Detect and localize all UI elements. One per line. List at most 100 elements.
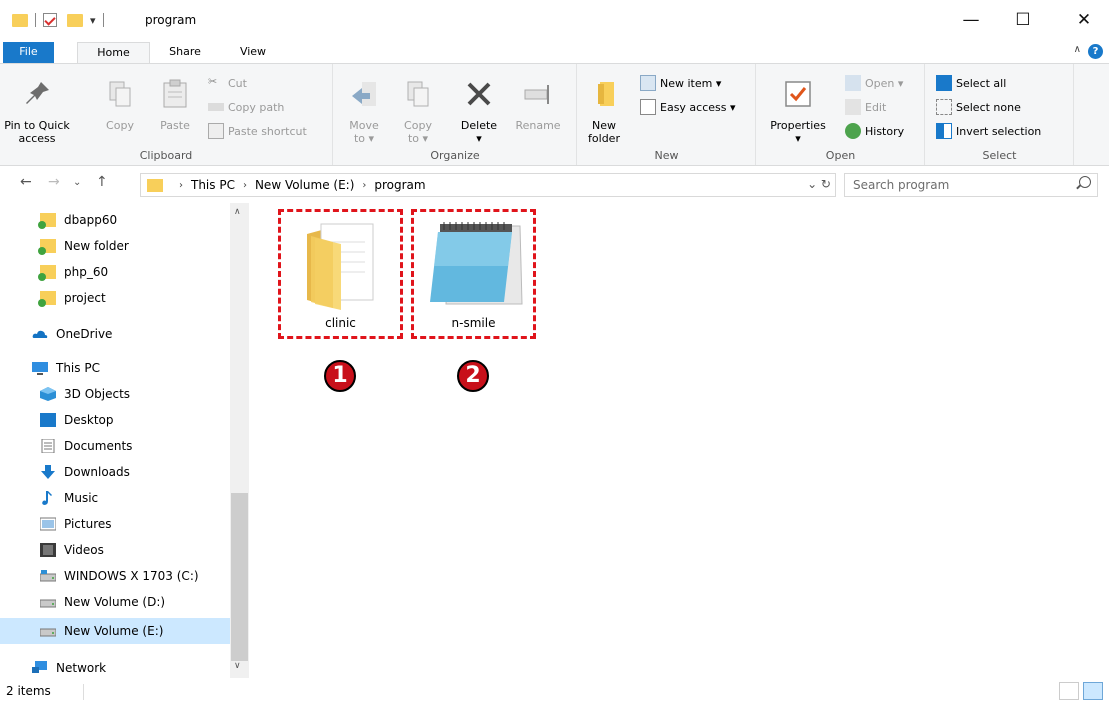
breadcrumb-chevron-icon[interactable]: › [179,180,183,191]
folder-icon [307,223,374,310]
new-group: New folder New item ▾ Easy access ▾ New [578,64,756,165]
nav-item-new-folder[interactable]: New folder [0,233,230,259]
back-arrow-icon[interactable]: ← [20,174,32,190]
copy-path-label: Copy path [228,100,285,114]
new-folder-icon[interactable] [67,13,83,27]
address-dropdown-refresh[interactable]: ⌄ ↻ [807,177,831,191]
nav-item-desktop[interactable]: Desktop [0,407,230,433]
help-icon[interactable]: ? [1088,44,1103,59]
nav-item-videos[interactable]: Videos [0,537,230,563]
breadcrumb-chevron-icon[interactable]: › [362,180,366,191]
new-item-button[interactable]: New item ▾ [640,74,721,92]
quick-access-toolbar: ▾ [12,11,111,29]
scroll-thumb[interactable] [231,493,248,661]
nav-item-php-60[interactable]: php_60 [0,259,230,285]
address-bar[interactable]: › This PC › New Volume (E:) › program ⌄ … [140,173,836,197]
3d-objects-icon [40,387,56,401]
open-button[interactable]: Open ▾ [845,74,903,92]
select-all-button[interactable]: Select all [936,74,1006,92]
forward-arrow-icon[interactable]: → [48,174,60,190]
up-arrow-icon[interactable]: ↑ [96,174,108,190]
close-button[interactable]: ✕ [1069,8,1099,32]
nav-item-drive-c[interactable]: WINDOWS X 1703 (C:) [0,563,230,589]
large-icons-view-icon[interactable] [1083,682,1103,700]
easy-access-icon [640,99,656,115]
nav-item-label: New Volume (E:) [64,624,164,638]
pin-to-quick-access-button[interactable]: Pin to Quick access [4,78,70,145]
recent-locations-chevron-icon[interactable]: ⌄ [73,177,81,188]
paste-button[interactable]: Paste [155,78,195,132]
folder-icon [38,265,56,281]
file-list: clinic n-smile 1 2 [250,203,1109,678]
rename-button[interactable]: Rename [510,78,566,132]
customize-toolbar-dropdown-icon[interactable]: ▾ [90,14,96,27]
copy-button[interactable]: Copy [100,78,140,132]
search-input[interactable]: Search program [844,173,1098,197]
nav-item-label: This PC [56,361,100,375]
nav-item-music[interactable]: Music [0,485,230,511]
nav-item-network[interactable]: Network [0,655,230,681]
maximize-button[interactable]: ☐ [1008,8,1038,32]
nav-item-drive-d[interactable]: New Volume (D:) [0,589,230,615]
move-to-label-line2: to ▾ [353,132,375,145]
cut-button[interactable]: ✂ Cut [208,74,247,92]
paste-shortcut-label: Paste shortcut [228,124,307,138]
breadcrumb-chevron-icon[interactable]: › [243,180,247,191]
nav-item-label: WINDOWS X 1703 (C:) [64,569,199,583]
scroll-down-icon[interactable]: ∨ [234,661,241,671]
collapse-ribbon-icon[interactable]: ∧ [1074,44,1081,55]
nav-item-project[interactable]: project [0,285,230,311]
nav-item-documents[interactable]: Documents [0,433,230,459]
ribbon: Pin to Quick access Copy Paste ✂ Cut Cop… [0,63,1109,166]
tab-file[interactable]: File [3,42,54,64]
clipboard-group-label: Clipboard [139,149,193,162]
nav-item-dbapp60[interactable]: dbapp60 [0,207,230,233]
nav-item-label: New Volume (D:) [64,595,166,609]
history-icon [845,123,861,139]
new-folder-button[interactable]: New folder [584,78,624,145]
edit-label: Edit [865,100,887,114]
details-view-icon[interactable] [1059,682,1079,700]
select-none-button[interactable]: Select none [936,98,1021,116]
tab-home[interactable]: Home [77,42,150,65]
notepad-icon [430,222,523,305]
nav-item-this-pc[interactable]: This PC [0,355,230,381]
history-button[interactable]: History [845,122,904,140]
clipboard-group: Pin to Quick access Copy Paste ✂ Cut Cop… [0,64,333,165]
tab-share[interactable]: Share [160,42,210,64]
status-bar: 2 items [0,680,1109,704]
navigation-pane: dbapp60 New folder php_60 project OneDri… [0,203,249,678]
nav-item-3d-objects[interactable]: 3D Objects [0,381,230,407]
delete-button[interactable]: Delete ▾ [456,78,502,145]
properties-button[interactable]: Properties ▾ [765,78,831,145]
edit-button[interactable]: Edit [845,98,886,116]
invert-selection-icon [936,123,952,139]
nav-item-downloads[interactable]: Downloads [0,459,230,485]
file-name: clinic [325,316,356,330]
copy-to-button[interactable]: Copy to ▾ [398,78,438,145]
invert-selection-button[interactable]: Invert selection [936,122,1041,140]
properties-check-icon[interactable] [43,13,57,27]
nav-scrollbar[interactable]: ∧ ∨ [230,203,249,678]
pin-icon [26,82,49,104]
breadcrumb-new-volume-e[interactable]: New Volume (E:) [255,178,354,192]
file-tile-n-smile[interactable]: n-smile [411,209,536,339]
new-item-label: New item ▾ [660,76,722,90]
nav-item-drive-e[interactable]: New Volume (E:) [0,618,230,644]
separator [35,13,36,27]
file-tile-clinic[interactable]: clinic [278,209,403,339]
folder-icon[interactable] [12,13,28,27]
breadcrumb-program[interactable]: program [374,178,425,192]
breadcrumb-this-pc[interactable]: This PC [191,178,235,192]
tab-view[interactable]: View [233,42,273,64]
nav-item-onedrive[interactable]: OneDrive [0,321,230,347]
scroll-up-icon[interactable]: ∧ [234,207,241,217]
easy-access-button[interactable]: Easy access ▾ [640,98,736,116]
address-row: ← → ⌄ ↑ › This PC › New Volume (E:) › pr… [0,170,1109,200]
nav-item-pictures[interactable]: Pictures [0,511,230,537]
open-label: Open ▾ [865,76,904,90]
move-to-button[interactable]: Move to ▾ [344,78,384,145]
paste-shortcut-button[interactable]: Paste shortcut [208,122,307,140]
copy-path-button[interactable]: Copy path [208,98,284,116]
minimize-button[interactable]: — [956,8,986,32]
